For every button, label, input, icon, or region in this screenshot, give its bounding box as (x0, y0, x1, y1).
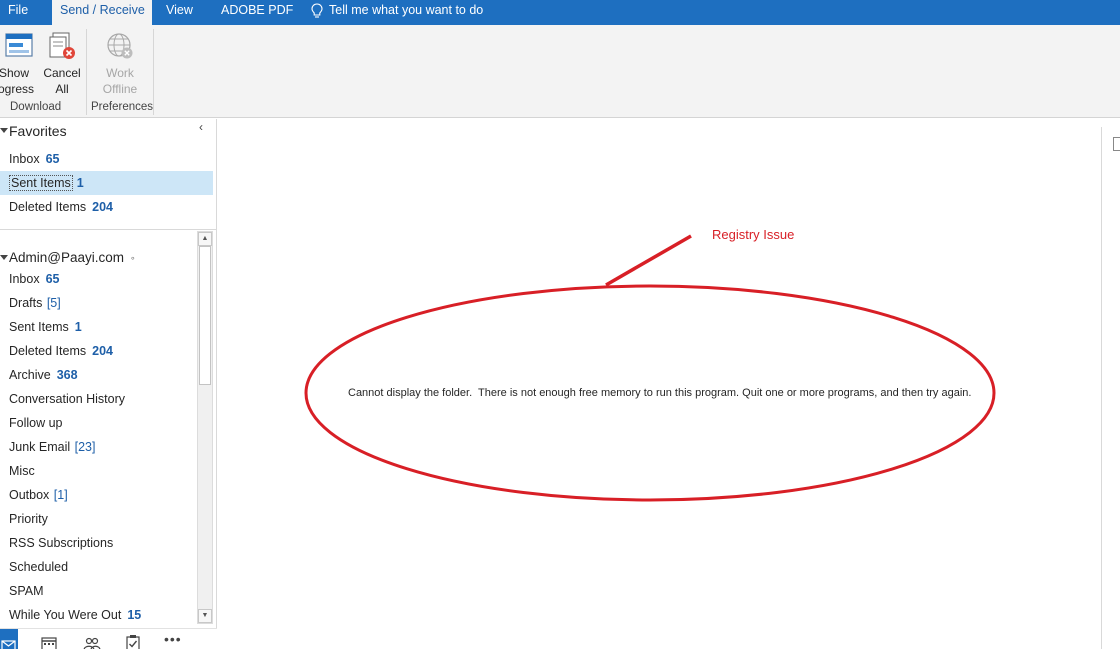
annotation-label: Registry Issue (712, 227, 794, 242)
annotation-overlay (0, 0, 1120, 649)
annotation-ellipse (306, 286, 994, 500)
annotation-pointer-line (606, 236, 691, 285)
